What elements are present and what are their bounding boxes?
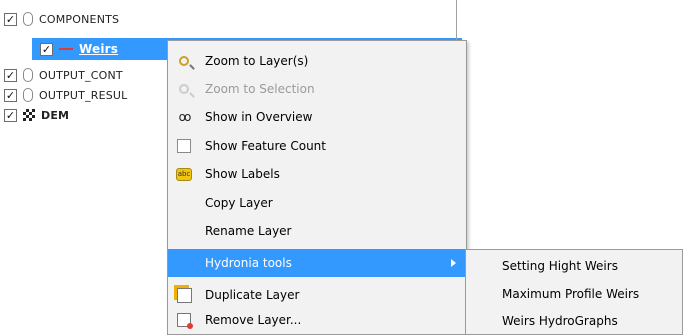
layer-visibility-checkbox[interactable]: ✓ bbox=[4, 68, 17, 82]
menu-item-duplicate-layer[interactable]: Duplicate Layer bbox=[168, 281, 466, 309]
menu-item-hydronia-tools[interactable]: Hydronia tools bbox=[168, 249, 466, 277]
layer-visibility-checkbox[interactable]: ✓ bbox=[4, 12, 17, 26]
layer-name: OUTPUT_CONT bbox=[39, 68, 123, 82]
submenu-item-setting-hight-weirs[interactable]: Setting Hight Weirs bbox=[466, 252, 682, 280]
menu-item-zoom-to-layers[interactable]: Zoom to Layer(s) bbox=[168, 47, 466, 75]
layer-row-dem[interactable]: ✓ DEM bbox=[4, 104, 69, 126]
submenu-item-maximum-profile-weirs[interactable]: Maximum Profile Weirs bbox=[466, 280, 682, 308]
menu-item-copy-layer[interactable]: Copy Layer bbox=[168, 189, 466, 217]
zoom-selection-icon bbox=[176, 81, 192, 97]
layer-visibility-checkbox[interactable]: ✓ bbox=[40, 42, 53, 56]
layer-visibility-checkbox[interactable]: ✓ bbox=[4, 88, 17, 102]
hydronia-tools-submenu: Setting Hight Weirs Maximum Profile Weir… bbox=[465, 249, 683, 335]
layer-row-components[interactable]: ✓ COMPONENTS bbox=[4, 8, 119, 30]
group-clip-icon bbox=[23, 88, 33, 102]
group-clip-icon bbox=[23, 12, 33, 26]
menu-item-remove-layer[interactable]: Remove Layer... bbox=[168, 306, 466, 334]
menu-item-show-feature-count[interactable]: Show Feature Count bbox=[168, 132, 466, 160]
duplicate-layer-icon bbox=[176, 287, 192, 303]
menu-item-rename-layer[interactable]: Rename Layer bbox=[168, 217, 466, 245]
overview-glasses-icon: oo bbox=[178, 110, 192, 124]
zoom-layer-icon bbox=[176, 53, 192, 69]
layer-name: DEM bbox=[41, 108, 70, 122]
submenu-arrow-icon bbox=[451, 259, 456, 267]
menu-item-show-in-overview[interactable]: oo Show in Overview bbox=[168, 103, 466, 131]
feature-count-checkbox-icon bbox=[176, 138, 192, 154]
layer-name: COMPONENTS bbox=[39, 12, 120, 26]
labels-icon: abc bbox=[176, 166, 192, 182]
layer-name: OUTPUT_RESUL bbox=[39, 88, 128, 102]
menu-item-zoom-to-selection[interactable]: Zoom to Selection bbox=[168, 75, 466, 103]
submenu-item-weirs-hydrographs[interactable]: Weirs HydroGraphs bbox=[466, 307, 682, 335]
layer-visibility-checkbox[interactable]: ✓ bbox=[4, 108, 17, 122]
layer-context-menu: Zoom to Layer(s) Zoom to Selection oo Sh… bbox=[167, 40, 467, 335]
line-layer-icon bbox=[59, 48, 73, 50]
menu-item-show-labels[interactable]: abc Show Labels bbox=[168, 160, 466, 188]
layer-row-output-resul[interactable]: ✓ OUTPUT_RESUL bbox=[4, 84, 128, 106]
layer-name: Weirs bbox=[79, 42, 119, 56]
remove-layer-icon bbox=[176, 312, 193, 329]
layer-row-output-cont[interactable]: ✓ OUTPUT_CONT bbox=[4, 64, 123, 86]
group-clip-icon bbox=[23, 68, 33, 82]
raster-layer-icon bbox=[23, 109, 35, 121]
